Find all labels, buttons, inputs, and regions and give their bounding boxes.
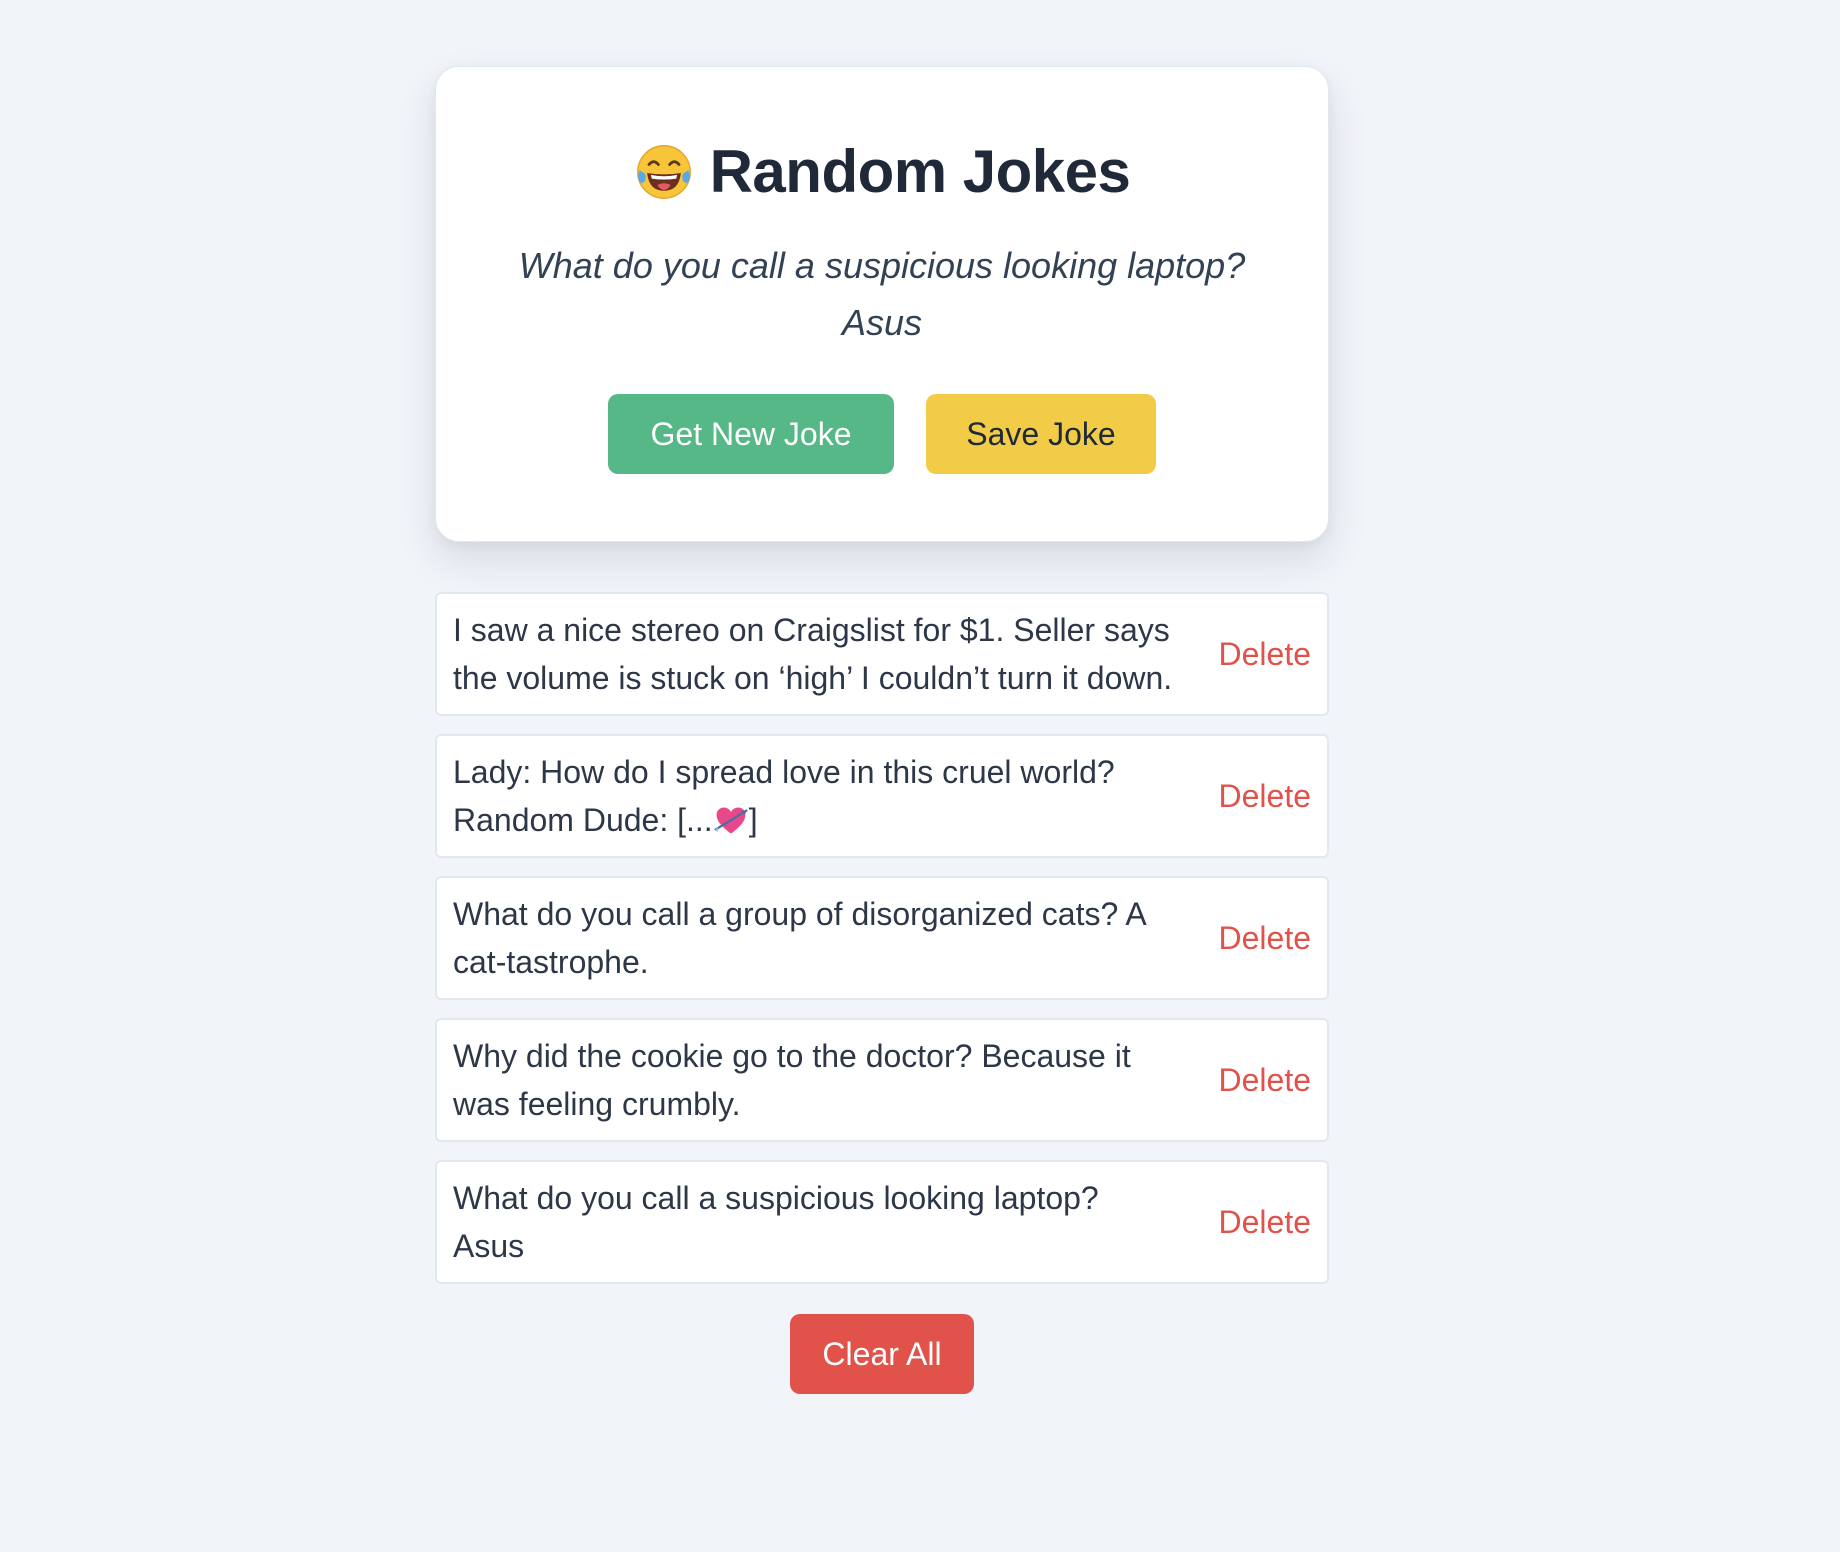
delete-button[interactable]: Delete xyxy=(1219,1062,1312,1099)
get-new-joke-button[interactable]: Get New Joke xyxy=(608,394,894,474)
saved-joke-text: What do you call a group of disorganized… xyxy=(453,896,1145,980)
saved-joke-text: What do you call a suspicious looking la… xyxy=(453,1180,1099,1264)
delete-button[interactable]: Delete xyxy=(1219,1204,1312,1241)
heart-with-arrow-icon xyxy=(713,807,748,834)
saved-joke-text-start: Lady: How do I spread love in this cruel… xyxy=(453,754,1115,838)
clear-all-button[interactable]: Clear All xyxy=(790,1314,974,1394)
current-joke-setup: What do you call a suspicious looking la… xyxy=(518,245,1246,286)
delete-button[interactable]: Delete xyxy=(1219,636,1312,673)
current-joke-punchline: Asus xyxy=(841,302,923,343)
saved-joke-item: I saw a nice stereo on Craigslist for $1… xyxy=(435,592,1329,716)
saved-joke-text-end: ] xyxy=(748,802,758,838)
saved-joke-text: Lady: How do I spread love in this cruel… xyxy=(453,748,1173,844)
saved-jokes-list: I saw a nice stereo on Craigslist for $1… xyxy=(435,592,1329,1284)
joke-card: Random Jokes What do you call a suspicio… xyxy=(435,66,1329,542)
saved-joke-item: Why did the cookie go to the doctor? Bec… xyxy=(435,1018,1329,1142)
saved-joke-text: I saw a nice stereo on Craigslist for $1… xyxy=(453,612,1173,696)
save-joke-button[interactable]: Save Joke xyxy=(926,394,1156,474)
delete-button[interactable]: Delete xyxy=(1219,778,1312,815)
saved-joke-item: What do you call a group of disorganized… xyxy=(435,876,1329,1000)
current-joke: What do you call a suspicious looking la… xyxy=(436,237,1328,351)
page-title: Random Jokes xyxy=(709,138,1131,205)
action-buttons: Get New Joke Save Joke xyxy=(436,394,1328,474)
title-row: Random Jokes xyxy=(436,137,1328,207)
saved-joke-text: Why did the cookie go to the doctor? Bec… xyxy=(453,1038,1131,1122)
app-container: Random Jokes What do you call a suspicio… xyxy=(435,66,1329,1394)
saved-joke-item: Lady: How do I spread love in this cruel… xyxy=(435,734,1329,858)
laughing-tears-emoji-icon xyxy=(636,145,691,199)
saved-joke-item: What do you call a suspicious looking la… xyxy=(435,1160,1329,1284)
delete-button[interactable]: Delete xyxy=(1219,920,1312,957)
clear-row: Clear All xyxy=(435,1314,1329,1394)
